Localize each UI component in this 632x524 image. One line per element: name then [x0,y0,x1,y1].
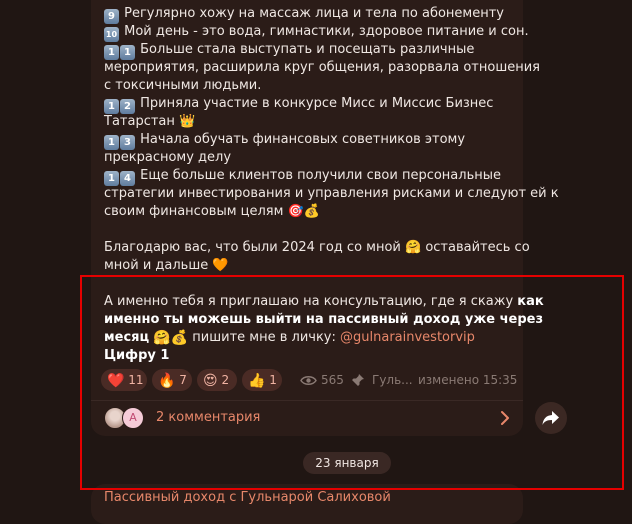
list-item-text: Приняла участие в конкурсе Мисс и Миссис… [140,96,494,111]
list-item-text: Татарстан 👑 [104,114,196,129]
list-item-text: с токсичными людьми. [104,78,262,93]
list-item-text: Еще больше клиентов получили свои персон… [140,168,501,183]
thanks-line: Благодарю вас, что были 2024 год со мной… [104,240,530,255]
keycap-2-icon: 2 [120,99,135,114]
list-item-text: стратегии инвестирования и управления ри… [104,186,559,201]
list-item: 9 Регулярно хожу на массаж лица и тела п… [104,5,504,24]
thanks-line: мной и дальше 🧡 [104,258,229,273]
keycap-3-icon: 3 [120,135,135,150]
list-item: 12 Приняла участие в конкурсе Мисс и Мис… [104,95,493,131]
thanks-paragraph: Благодарю вас, что были 2024 год со мной… [104,239,530,275]
list-item: 14 Еще больше клиентов получили свои пер… [104,167,559,221]
list-item-text: своим финансовым целям 🎯💰 [104,204,320,219]
keycap-9-icon: 9 [104,9,119,24]
list-item: 13 Начала обучать финансовых советников … [104,131,465,167]
list-item: 10 Мой день - это вода, гимнастики, здор… [104,23,529,42]
list-item-text: прекрасному делу [104,150,232,165]
channel-title[interactable]: Пассивный доход с Гульнарой Салиховой [104,490,391,506]
keycap-10-icon: 10 [104,27,119,42]
list-item-text: мероприятия, расширила круг общения, раз… [104,60,540,75]
list-item-text: Больше стала выступать и посещать различ… [140,42,475,57]
list-item-text: Мой день - это вода, гимнастики, здорово… [124,24,529,39]
keycap-1-icon: 1 [120,45,135,60]
list-item: 11 Больше стала выступать и посещать раз… [104,41,540,95]
keycap-1-icon: 1 [104,135,119,150]
keycap-1-icon: 1 [104,99,119,114]
keycap-1-icon: 1 [104,45,119,60]
list-item-text: Регулярно хожу на массаж лица и тела по … [124,6,504,21]
highlight-box [80,275,624,490]
keycap-1-icon: 1 [104,171,119,186]
list-item-text: Начала обучать финансовых советников это… [140,132,466,147]
keycap-4-icon: 4 [120,171,135,186]
